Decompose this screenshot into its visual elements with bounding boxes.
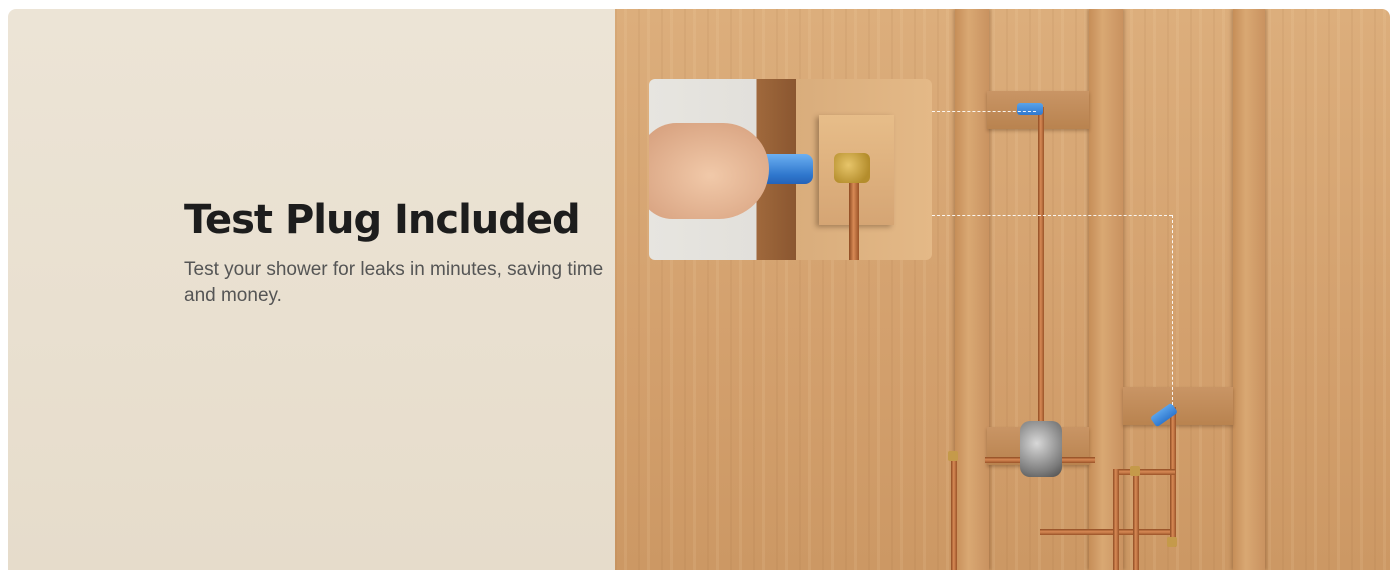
cross-board [1123, 387, 1233, 425]
feature-banner: Test Plug Included Test your shower for … [8, 9, 1390, 570]
pipe-fitting [948, 451, 958, 461]
copper-pipe [1040, 529, 1170, 535]
feature-title: Test Plug Included [184, 197, 581, 243]
copper-pipe [1133, 469, 1139, 570]
copper-pipe [1038, 107, 1044, 437]
copper-pipe [1115, 469, 1175, 475]
copper-pipe [1170, 407, 1176, 547]
wood-stud [955, 9, 989, 570]
shower-valve-illustration [615, 9, 1390, 570]
test-plug-detail-inset [649, 79, 932, 260]
copper-pipe [951, 454, 957, 570]
shower-valve-body [1020, 421, 1062, 477]
hand-holding-plug [649, 123, 769, 219]
callout-line [932, 215, 1172, 216]
pipe-fitting [1130, 466, 1140, 476]
feature-description: Test your shower for leaks in minutes, s… [184, 259, 604, 306]
inset-copper-pipe [849, 179, 859, 260]
callout-line [1172, 215, 1173, 405]
pipe-fitting [1167, 537, 1177, 547]
copper-pipe [1113, 469, 1119, 570]
brass-fitting [834, 153, 870, 183]
wood-stud [1233, 9, 1265, 570]
blue-test-plug [1017, 103, 1043, 115]
text-panel: Test Plug Included Test your shower for … [8, 9, 615, 570]
callout-line [932, 111, 1036, 112]
